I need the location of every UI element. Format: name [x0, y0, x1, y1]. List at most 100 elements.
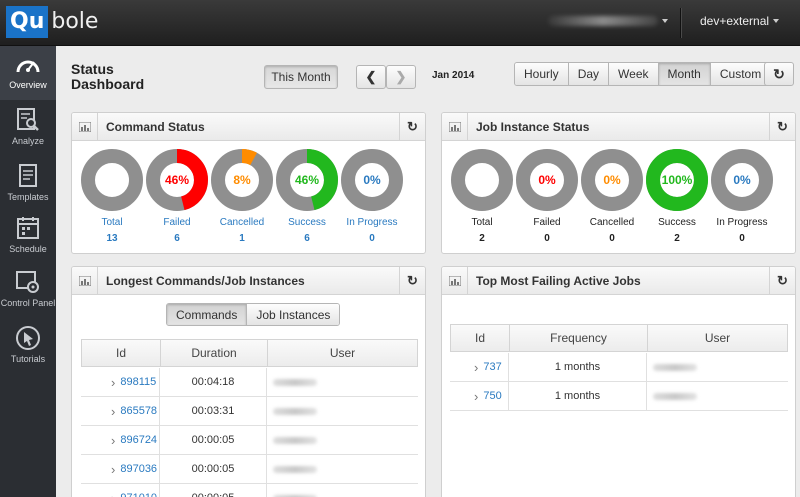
sidebar-item-overview[interactable]: Overview — [0, 46, 56, 100]
tab-job-instances[interactable]: Job Instances — [246, 304, 340, 325]
expand-chevron-icon[interactable]: › — [474, 389, 478, 404]
column-header-user[interactable]: User — [647, 325, 787, 351]
refresh-panel-button[interactable]: ↻ — [399, 113, 425, 140]
granularity-hourly[interactable]: Hourly — [515, 63, 568, 85]
table-row[interactable]: › 898115 00:04:18 — [81, 368, 418, 397]
donut-percent: 0% — [538, 173, 556, 187]
job-id-link[interactable]: 750 — [483, 390, 501, 402]
sidebar-item-label: Schedule — [9, 244, 47, 254]
expand-chevron-icon[interactable]: › — [111, 491, 115, 497]
refresh-panel-button[interactable]: ↻ — [769, 267, 795, 294]
expand-chevron-icon[interactable]: › — [111, 462, 115, 477]
status-donut-total[interactable] — [81, 149, 143, 211]
account-caret-icon[interactable] — [773, 19, 779, 23]
command-id-link[interactable]: 896724 — [120, 434, 157, 446]
chart-icon — [442, 267, 468, 294]
expand-chevron-icon[interactable]: › — [111, 433, 115, 448]
id-cell[interactable]: › 896724 — [81, 426, 159, 454]
column-header-duration[interactable]: Duration — [160, 340, 267, 366]
granularity-week[interactable]: Week — [608, 63, 658, 85]
table-row[interactable]: › 896724 00:00:05 — [81, 426, 418, 455]
status-donut-in-progress[interactable]: 0% — [711, 149, 773, 211]
command-id-link[interactable]: 865578 — [120, 405, 157, 417]
granularity-day[interactable]: Day — [567, 63, 609, 85]
duration-cell: 00:00:05 — [159, 484, 266, 497]
tutorials-cursor-icon — [16, 326, 40, 350]
id-cell[interactable]: › 750 — [450, 382, 508, 410]
refresh-panel-button[interactable]: ↻ — [399, 267, 425, 294]
sidebar-item-templates[interactable]: Templates — [0, 156, 56, 210]
tab-label: Commands — [176, 307, 238, 322]
user-cell — [266, 397, 418, 425]
sidebar-item-control-panel[interactable]: Control Panel — [0, 262, 56, 316]
granularity-label: Day — [577, 67, 600, 81]
id-cell[interactable]: › 865578 — [81, 397, 159, 425]
id-cell[interactable]: › 971010 — [81, 484, 159, 497]
id-cell[interactable]: › 898115 — [81, 368, 159, 396]
user-email-redacted[interactable] — [548, 16, 658, 26]
table-row[interactable]: › 897036 00:00:05 — [81, 455, 418, 484]
refresh-panel-button[interactable]: ↻ — [769, 113, 795, 140]
previous-period-button[interactable]: ❮ — [356, 65, 386, 89]
table-row[interactable]: › 865578 00:03:31 — [81, 397, 418, 426]
frequency-cell: 1 months — [508, 353, 646, 381]
refresh-dashboard-button[interactable]: ↻ — [764, 62, 794, 86]
tab-commands[interactable]: Commands — [167, 304, 247, 325]
donut-label[interactable]: In Progress — [332, 217, 412, 228]
id-cell[interactable]: › 737 — [450, 353, 508, 381]
command-id-link[interactable]: 898115 — [120, 376, 156, 388]
dashboard-gauge-icon — [16, 60, 40, 73]
account-selector[interactable]: dev+external — [700, 14, 769, 28]
status-donut-in-progress[interactable]: 0% — [341, 149, 403, 211]
job-id-link[interactable]: 737 — [483, 361, 501, 373]
sidebar-item-tutorials[interactable]: Tutorials — [0, 318, 56, 372]
user-cell — [646, 382, 788, 410]
expand-chevron-icon[interactable]: › — [474, 360, 478, 375]
refresh-icon: ↻ — [777, 118, 788, 134]
donut-count: 0 — [369, 233, 375, 244]
status-donut-cancelled[interactable]: 8% — [211, 149, 273, 211]
failing-table-header: Id Frequency User — [450, 324, 788, 352]
panel-title: Top Most Failing Active Jobs — [476, 274, 641, 288]
granularity-custom[interactable]: Custom — [709, 63, 771, 85]
status-donut-success[interactable]: 46% — [276, 149, 338, 211]
frequency-cell: 1 months — [508, 382, 646, 410]
table-row[interactable]: › 737 1 months — [450, 353, 788, 382]
this-month-button[interactable]: This Month — [264, 65, 338, 89]
qubole-logo[interactable]: Qu bole — [6, 6, 98, 38]
granularity-label: Week — [618, 67, 649, 81]
table-row[interactable]: › 97101000:00:05 — [81, 484, 418, 497]
user-cell — [266, 426, 418, 454]
user-caret-icon[interactable] — [662, 19, 668, 23]
granularity-label: Month — [667, 67, 701, 81]
user-cell — [646, 353, 788, 381]
command-id-link[interactable]: 971010 — [120, 492, 157, 497]
column-header-frequency[interactable]: Frequency — [509, 325, 647, 351]
status-donut-cancelled[interactable]: 0% — [581, 149, 643, 211]
status-donut-failed[interactable]: 46% — [146, 149, 208, 211]
expand-chevron-icon[interactable]: › — [111, 404, 115, 419]
column-header-id[interactable]: Id — [451, 325, 509, 351]
sidebar-item-analyze[interactable]: Analyze — [0, 100, 56, 154]
status-donut-failed[interactable]: 0% — [516, 149, 578, 211]
top-failing-jobs-panel: Top Most Failing Active Jobs ↻ Id Freque… — [441, 266, 796, 497]
status-donut-success[interactable]: 100% — [646, 149, 708, 211]
panel-title: Longest Commands/Job Instances — [106, 274, 305, 288]
next-period-button[interactable]: ❯ — [386, 65, 416, 89]
sidebar-item-schedule[interactable]: Schedule — [0, 208, 56, 262]
status-donut-total[interactable] — [451, 149, 513, 211]
id-cell[interactable]: › 897036 — [81, 455, 159, 483]
longest-commands-panel: Longest Commands/Job Instances ↻ Command… — [71, 266, 426, 497]
duration-cell: 00:00:05 — [159, 455, 266, 483]
page-title: Status Dashboard — [71, 61, 145, 92]
column-header-id[interactable]: Id — [82, 340, 160, 366]
granularity-month[interactable]: Month — [657, 63, 710, 85]
analyze-magnifier-icon — [17, 108, 39, 131]
templates-document-icon — [19, 164, 37, 187]
user-cell — [266, 455, 418, 483]
command-id-link[interactable]: 897036 — [120, 463, 157, 475]
table-row[interactable]: › 750 1 months — [450, 382, 788, 411]
expand-chevron-icon[interactable]: › — [111, 375, 115, 390]
panel-header: Job Instance Status ↻ — [442, 113, 795, 141]
column-header-user[interactable]: User — [267, 340, 417, 366]
